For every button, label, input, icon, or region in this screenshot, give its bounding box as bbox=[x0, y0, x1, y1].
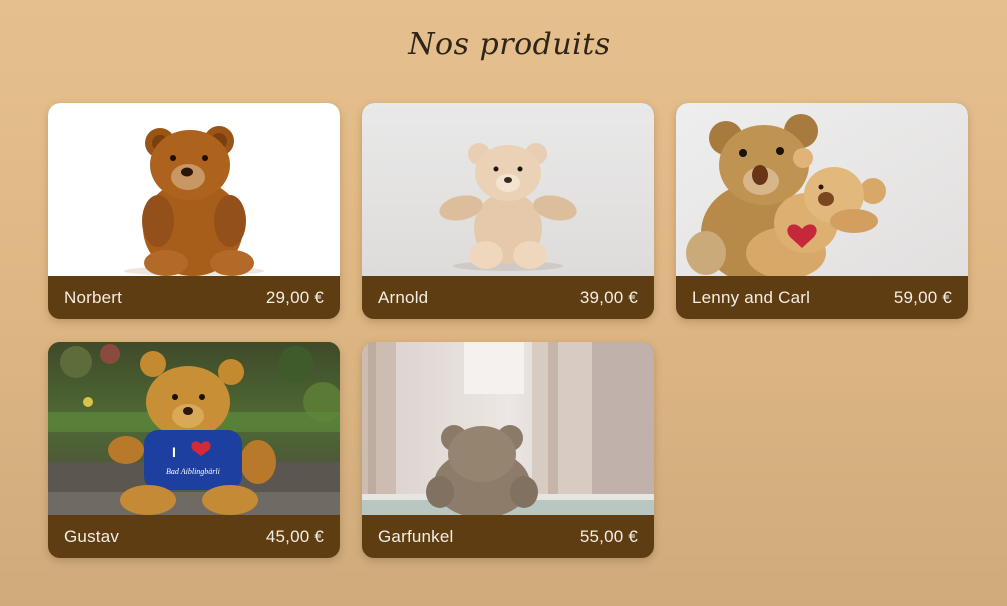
product-caption: Garfunkel 55,00 € bbox=[362, 515, 654, 558]
product-grid: Norbert 29,00 € Arnold 39,00 € Lenny and… bbox=[48, 103, 968, 558]
product-image-gustav: I Bad Aiblingbärli bbox=[48, 342, 340, 515]
product-price: 29,00 € bbox=[265, 287, 324, 307]
product-image-arnold bbox=[362, 103, 654, 276]
product-card-lenny-and-carl[interactable]: Lenny and Carl 59,00 € bbox=[676, 103, 968, 319]
product-price: 39,00 € bbox=[579, 287, 638, 307]
product-card-arnold[interactable]: Arnold 39,00 € bbox=[362, 103, 654, 319]
product-caption: Gustav 45,00 € bbox=[48, 515, 340, 558]
product-price: 55,00 € bbox=[579, 526, 638, 546]
product-card-garfunkel[interactable]: Garfunkel 55,00 € bbox=[362, 342, 654, 558]
product-image-lenny-and-carl bbox=[676, 103, 968, 276]
svg-text:Bad Aiblingbärli: Bad Aiblingbärli bbox=[166, 467, 220, 476]
product-image-garfunkel bbox=[362, 342, 654, 515]
svg-text:I: I bbox=[172, 444, 176, 460]
product-price: 45,00 € bbox=[265, 526, 324, 546]
product-name: Garfunkel bbox=[378, 526, 454, 546]
product-card-gustav[interactable]: I Bad Aiblingbärli Gustav 45,00 € bbox=[48, 342, 340, 558]
product-price: 59,00 € bbox=[893, 287, 952, 307]
product-caption: Norbert 29,00 € bbox=[48, 276, 340, 319]
product-name: Norbert bbox=[64, 287, 123, 307]
product-image-norbert bbox=[48, 103, 340, 276]
page-title: Nos produits bbox=[408, 27, 611, 62]
product-caption: Lenny and Carl 59,00 € bbox=[676, 276, 968, 319]
product-caption: Arnold 39,00 € bbox=[362, 276, 654, 319]
product-name: Gustav bbox=[64, 526, 120, 546]
product-name: Arnold bbox=[378, 287, 429, 307]
product-name: Lenny and Carl bbox=[692, 287, 811, 307]
product-card-norbert[interactable]: Norbert 29,00 € bbox=[48, 103, 340, 319]
